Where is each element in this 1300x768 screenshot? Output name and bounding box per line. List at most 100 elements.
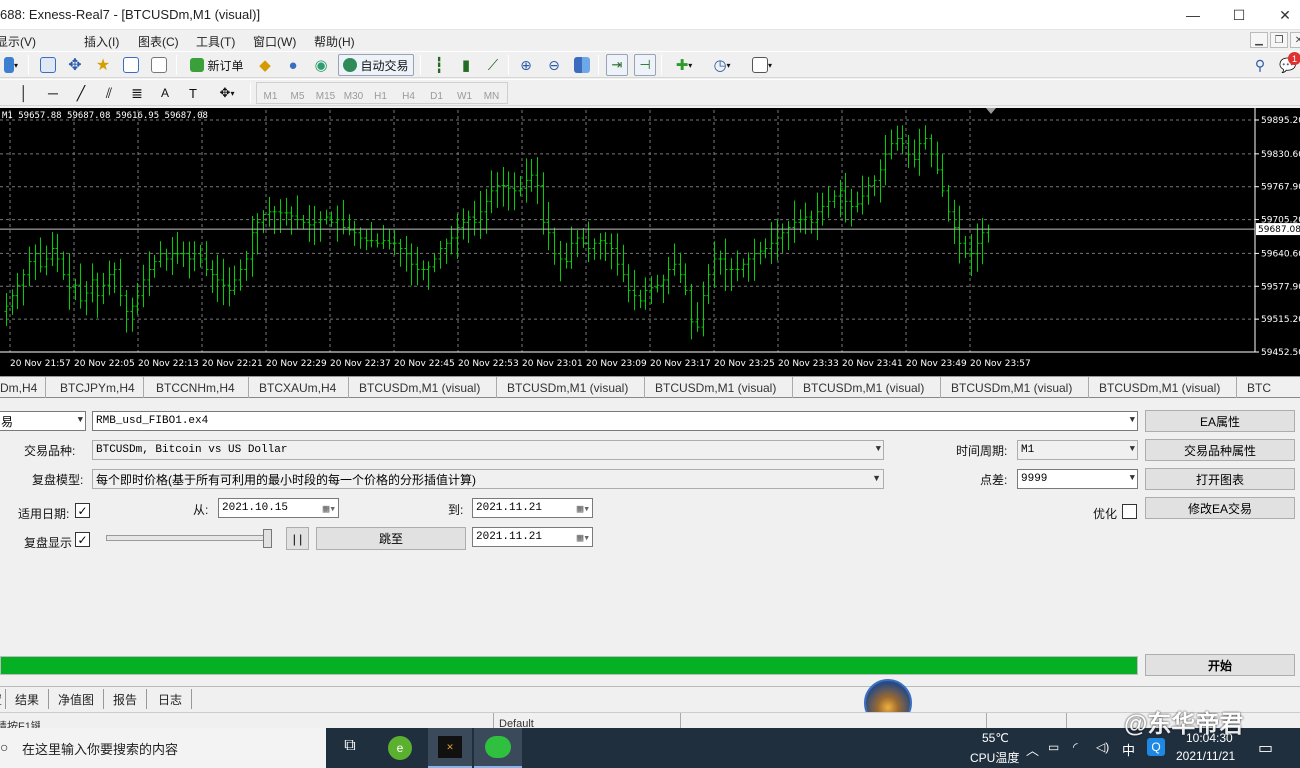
new-order-button[interactable]: 新订单 [186, 54, 248, 76]
navigator-icon[interactable]: ★ [92, 54, 114, 76]
market-watch-icon[interactable] [37, 54, 59, 76]
chart-tab[interactable]: BTCUSDm,M1 (visual) [1089, 377, 1237, 398]
timeframe-m1[interactable]: M1 [257, 87, 284, 105]
chart-tab[interactable]: BTCCNHm,H4 [146, 377, 249, 398]
skip-to-date-picker[interactable]: 2021.11.21 ▦▾ [472, 527, 593, 547]
volume-icon[interactable]: ◁) [1096, 740, 1109, 754]
indicators-icon[interactable]: ✚ ▾ [668, 54, 700, 76]
auto-trading-button[interactable]: 自动交易 [338, 54, 414, 76]
start-button[interactable]: 开始 [1145, 654, 1295, 676]
pause-button[interactable]: | | [286, 527, 309, 550]
mdi-restore-icon[interactable]: ❐ [1270, 32, 1288, 48]
chart-tab[interactable]: BTCXAUm,H4 [249, 377, 349, 398]
crosshair-icon[interactable]: ✥ [64, 54, 86, 76]
templates-icon[interactable]: ▾ [744, 54, 780, 76]
timeframe-w1[interactable]: W1 [451, 87, 478, 105]
notifications-icon[interactable]: 💬 1 [1276, 52, 1300, 76]
timeframe-d1[interactable]: D1 [423, 87, 450, 105]
ime-indicator[interactable]: 中 [1122, 740, 1135, 759]
speed-slider-track[interactable] [106, 535, 272, 541]
trendline-icon[interactable]: ╱ [70, 82, 92, 104]
chart-tab[interactable]: BTC [1237, 377, 1300, 398]
minimize-button[interactable]: — [1170, 0, 1216, 30]
wechat-app-icon[interactable] [474, 728, 522, 768]
battery-icon[interactable]: ▭ [1048, 740, 1059, 754]
menu-insert[interactable]: 插入(I) [84, 33, 119, 50]
spread-select[interactable]: 9999 ▼ [1017, 469, 1138, 489]
timeframe-mn[interactable]: MN [478, 87, 505, 105]
strategy-tester-icon[interactable] [148, 54, 170, 76]
expert-properties-button[interactable]: EA属性 [1145, 410, 1295, 432]
optimize-checkbox[interactable] [1122, 504, 1137, 519]
chart-tab[interactable]: BTCUSDm,M1 (visual) [497, 377, 645, 398]
tester-type-select[interactable]: 易 ▼ [0, 411, 86, 431]
to-date-picker[interactable]: 2021.11.21 ▦▾ [472, 498, 593, 518]
chart-tab[interactable]: Dm,H4 [0, 377, 46, 398]
symbol-properties-button[interactable]: 交易品种属性 [1145, 439, 1295, 461]
timeframe-m15[interactable]: M15 [312, 87, 339, 105]
open-chart-button[interactable]: 打开图表 [1145, 468, 1295, 490]
tile-windows-icon[interactable] [571, 54, 593, 76]
horizontal-line-icon[interactable]: ─ [42, 82, 64, 104]
profiles-icon[interactable]: ▾ [0, 54, 22, 76]
chart-tab[interactable]: BTCUSDm,M1 (visual) [941, 377, 1089, 398]
timeframe-m30[interactable]: M30 [340, 87, 367, 105]
expert-select[interactable]: RMB_usd_FIBO1.ex4 ▼ [92, 411, 1138, 431]
modify-expert-button[interactable]: 修改EA交易 [1145, 497, 1295, 519]
visual-mode-checkbox[interactable]: ✓ [75, 532, 90, 547]
chart-tab[interactable]: BTCUSDm,M1 (visual) [645, 377, 793, 398]
mt4-app-icon[interactable]: ✕ [428, 728, 472, 768]
from-date-picker[interactable]: 2021.10.15 ▦▾ [218, 498, 339, 518]
use-date-checkbox[interactable]: ✓ [75, 503, 90, 518]
clock-date[interactable]: 2021/11/21 [1176, 749, 1235, 763]
task-view-icon[interactable]: ⧉ [336, 737, 364, 759]
skip-to-button[interactable]: 跳至 [316, 527, 466, 550]
line-chart-icon[interactable]: ⟋ [482, 54, 504, 76]
taskbar-search-input[interactable]: ○ 在这里输入你要搜索的内容 [0, 728, 326, 768]
model-select[interactable]: 每个即时价格(基于所有可利用的最小时段的每一个价格的分形插值计算) ▼ [92, 469, 884, 489]
tab-journal[interactable]: 日志 [149, 689, 193, 709]
timeframe-h1[interactable]: H1 [367, 87, 394, 105]
menu-help[interactable]: 帮助(H) [314, 33, 355, 50]
autoscroll-icon[interactable]: ⇥ [606, 54, 628, 76]
chart-tab[interactable]: BTCUSDm,M1 (visual) [793, 377, 941, 398]
terminal-icon[interactable] [120, 54, 142, 76]
fibonacci-icon[interactable]: ≣ [126, 82, 148, 104]
tab-results[interactable]: 结果 [6, 689, 50, 709]
timeframe-m5[interactable]: M5 [284, 87, 311, 105]
vertical-line-icon[interactable]: │ [14, 82, 34, 104]
periods-icon[interactable]: ◷ ▾ [706, 54, 738, 76]
menu-charts[interactable]: 图表(C) [138, 33, 179, 50]
chart-tab[interactable]: BTCJPYm,H4 [50, 377, 144, 398]
zoom-in-icon[interactable]: ⊕ [515, 54, 537, 76]
chart-shift-icon[interactable]: ⊣ [634, 54, 656, 76]
mdi-close-icon[interactable]: ✕ [1290, 32, 1300, 48]
period-select[interactable]: M1 ▼ [1017, 440, 1138, 460]
metaeditor-icon[interactable]: ◆ [254, 54, 276, 76]
tab-graph[interactable]: 净值图 [49, 689, 105, 709]
mdi-minimize-icon[interactable]: ▁ [1250, 32, 1268, 48]
timeframe-h4[interactable]: H4 [395, 87, 422, 105]
text-tool-icon[interactable]: A [154, 82, 176, 104]
search-icon[interactable]: ⚲ [1250, 54, 1270, 76]
signals-icon[interactable]: ● [282, 54, 304, 76]
wifi-icon[interactable]: ◜ [1073, 740, 1078, 754]
market-icon[interactable]: ◉ [310, 54, 332, 76]
symbol-select[interactable]: BTCUSDm, Bitcoin vs US Dollar ▼ [92, 440, 884, 460]
equidistant-channel-icon[interactable]: ⫽ [98, 82, 120, 104]
chart-tab[interactable]: BTCUSDm,M1 (visual) [349, 377, 497, 398]
menu-tools[interactable]: 工具(T) [196, 33, 235, 50]
candlestick-icon[interactable]: ▮ [455, 54, 477, 76]
browser-app-icon[interactable]: e [388, 736, 412, 760]
maximize-button[interactable]: ☐ [1216, 0, 1262, 30]
price-chart[interactable]: 59895.20 59830.60 59767.90 59705.20 59640.60… [0, 108, 1300, 376]
text-label-icon[interactable]: T [182, 82, 204, 104]
menu-window[interactable]: 窗口(W) [253, 33, 296, 50]
speed-slider-thumb[interactable] [263, 529, 272, 548]
tab-report[interactable]: 报告 [104, 689, 148, 709]
close-button[interactable]: ✕ [1262, 0, 1300, 30]
bar-chart-icon[interactable]: ┇ [428, 54, 450, 76]
zoom-out-icon[interactable]: ⊖ [543, 54, 565, 76]
action-center-icon[interactable]: ▭ [1258, 738, 1273, 758]
menu-view[interactable]: 显示(V) [0, 33, 36, 50]
